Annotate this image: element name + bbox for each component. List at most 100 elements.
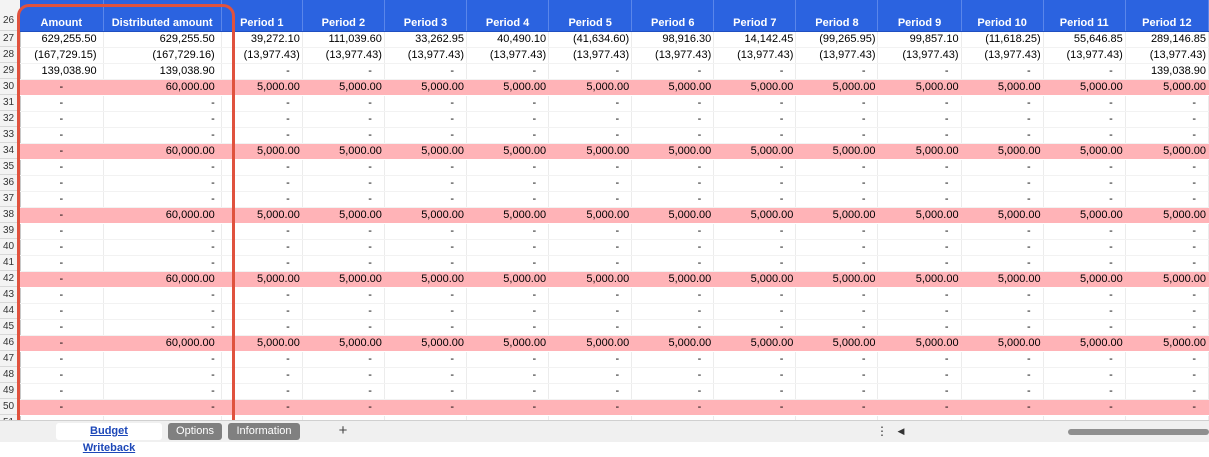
cell-period-1[interactable]: - <box>221 95 303 112</box>
cell-period-2[interactable]: - <box>302 63 385 80</box>
cell-period-7[interactable]: - <box>713 351 797 368</box>
cell-period-12[interactable]: 5,000.00 <box>1125 143 1209 160</box>
cell-period-6[interactable]: 5,000.00 <box>631 143 715 160</box>
row-number[interactable]: 50 <box>0 399 20 415</box>
cell-period-8[interactable]: - <box>795 319 879 336</box>
cell-period-10[interactable]: (13,977.43) <box>961 47 1044 64</box>
cell-period-1[interactable]: - <box>221 351 303 368</box>
cell-period-4[interactable]: - <box>466 223 550 240</box>
cell-period-10[interactable]: - <box>961 63 1044 80</box>
row-number[interactable]: 33 <box>0 127 20 143</box>
cell-period-9[interactable]: - <box>877 95 962 112</box>
column-header-period-12[interactable]: Period 12 <box>1125 0 1209 32</box>
cell-period-3[interactable]: - <box>384 175 468 192</box>
cell-amount[interactable]: (167,729.15) <box>20 47 104 64</box>
sheet-tab-information[interactable]: Information <box>228 423 300 440</box>
cell-amount[interactable]: - <box>20 143 104 160</box>
row-number[interactable]: 29 <box>0 63 20 79</box>
cell-period-10[interactable]: 5,000.00 <box>961 207 1044 224</box>
row-number[interactable]: 43 <box>0 287 20 303</box>
column-header-amount[interactable]: Amount <box>20 0 104 32</box>
row-number[interactable]: 34 <box>0 143 20 159</box>
cell-amount[interactable]: - <box>20 287 104 304</box>
cell-period-11[interactable]: - <box>1043 191 1126 208</box>
cell-distributed-amount[interactable]: - <box>103 191 222 208</box>
cell-period-2[interactable]: 5,000.00 <box>302 335 385 352</box>
cell-amount[interactable]: - <box>20 111 104 128</box>
sheet-tab-budget-writeback[interactable]: Budget Writeback <box>56 423 162 454</box>
row-number[interactable]: 45 <box>0 319 20 335</box>
cell-period-3[interactable]: 5,000.00 <box>384 335 468 352</box>
cell-period-2[interactable]: - <box>302 191 385 208</box>
cell-amount[interactable]: - <box>20 79 104 96</box>
cell-period-5[interactable]: - <box>548 175 633 192</box>
cell-period-3[interactable]: 5,000.00 <box>384 79 468 96</box>
row-number[interactable]: 32 <box>0 111 20 127</box>
cell-period-3[interactable]: 33,262.95 <box>384 31 468 48</box>
cell-period-7[interactable]: 5,000.00 <box>713 335 797 352</box>
cell-period-9[interactable]: - <box>877 287 962 304</box>
cell-period-8[interactable]: 5,000.00 <box>795 79 879 96</box>
cell-period-2[interactable]: - <box>302 303 385 320</box>
cell-period-8[interactable]: - <box>795 63 879 80</box>
cell-period-5[interactable]: - <box>548 95 633 112</box>
cell-period-12[interactable]: - <box>1125 319 1209 336</box>
cell-period-9[interactable]: - <box>877 63 962 80</box>
row-number[interactable]: 35 <box>0 159 20 175</box>
cell-distributed-amount[interactable]: - <box>103 319 222 336</box>
cell-period-3[interactable]: - <box>384 127 468 144</box>
row-number[interactable]: 38 <box>0 207 20 223</box>
cell-distributed-amount[interactable]: 60,000.00 <box>103 207 222 224</box>
cell-period-1[interactable]: 5,000.00 <box>221 143 303 160</box>
cell-period-12[interactable]: - <box>1125 351 1209 368</box>
cell-period-4[interactable]: - <box>466 191 550 208</box>
cell-period-6[interactable]: 98,916.30 <box>631 31 715 48</box>
cell-period-1[interactable]: - <box>221 255 303 272</box>
cell-period-9[interactable]: - <box>877 223 962 240</box>
row-number[interactable]: 40 <box>0 239 20 255</box>
cell-period-6[interactable]: - <box>631 239 715 256</box>
cell-period-10[interactable]: 5,000.00 <box>961 271 1044 288</box>
column-header-period-8[interactable]: Period 8 <box>795 0 879 32</box>
cell-period-12[interactable]: - <box>1125 111 1209 128</box>
cell-period-8[interactable]: - <box>795 127 879 144</box>
cell-period-10[interactable]: - <box>961 367 1044 384</box>
cell-period-8[interactable]: - <box>795 287 879 304</box>
cell-period-5[interactable]: (13,977.43) <box>548 47 633 64</box>
cell-period-6[interactable]: - <box>631 399 715 416</box>
cell-period-11[interactable]: - <box>1043 175 1126 192</box>
cell-period-4[interactable]: - <box>466 351 550 368</box>
cell-period-7[interactable]: - <box>713 383 797 400</box>
cell-period-5[interactable]: - <box>548 367 633 384</box>
cell-period-9[interactable]: 99,857.10 <box>877 31 962 48</box>
cell-period-1[interactable]: - <box>221 111 303 128</box>
cell-period-7[interactable]: - <box>713 303 797 320</box>
cell-period-4[interactable]: - <box>466 239 550 256</box>
cell-period-3[interactable]: - <box>384 351 468 368</box>
cell-distributed-amount[interactable]: 629,255.50 <box>103 31 222 48</box>
column-header-period-6[interactable]: Period 6 <box>631 0 715 32</box>
triangle-left-icon[interactable]: ◀ <box>896 424 906 439</box>
cell-distributed-amount[interactable]: - <box>103 159 222 176</box>
cell-period-4[interactable]: 5,000.00 <box>466 79 550 96</box>
cell-period-3[interactable]: - <box>384 319 468 336</box>
cell-period-9[interactable]: 5,000.00 <box>877 207 962 224</box>
cell-period-4[interactable]: - <box>466 175 550 192</box>
row-number[interactable]: 42 <box>0 271 20 287</box>
cell-period-4[interactable]: 5,000.00 <box>466 271 550 288</box>
cell-period-12[interactable]: - <box>1125 383 1209 400</box>
cell-period-2[interactable]: - <box>302 367 385 384</box>
cell-period-3[interactable]: 5,000.00 <box>384 271 468 288</box>
cell-period-6[interactable]: - <box>631 287 715 304</box>
cell-period-6[interactable]: - <box>631 255 715 272</box>
cell-period-4[interactable]: - <box>466 287 550 304</box>
cell-period-10[interactable]: 5,000.00 <box>961 79 1044 96</box>
cell-period-3[interactable]: - <box>384 255 468 272</box>
cell-period-8[interactable]: - <box>795 367 879 384</box>
cell-amount[interactable]: - <box>20 175 104 192</box>
cell-amount[interactable]: - <box>20 367 104 384</box>
cell-period-11[interactable]: - <box>1043 287 1126 304</box>
cell-period-5[interactable]: - <box>548 255 633 272</box>
cell-period-5[interactable]: - <box>548 127 633 144</box>
column-header-period-2[interactable]: Period 2 <box>302 0 385 32</box>
